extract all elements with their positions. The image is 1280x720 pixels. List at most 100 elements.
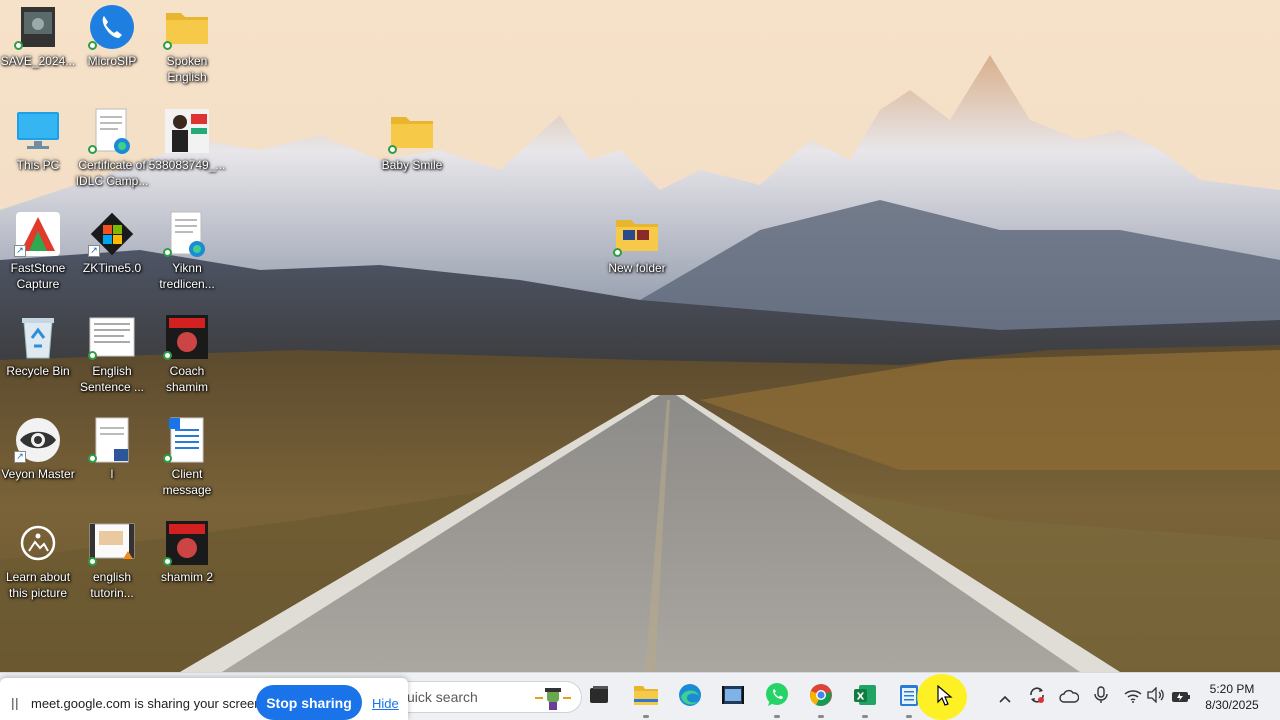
desktop-icon-label: Veyon Master — [1, 467, 75, 481]
desktop-icon-microsip[interactable]: MicroSIP — [74, 0, 150, 96]
mouse-pointer-icon — [937, 684, 953, 707]
pdf-edge-icon — [88, 108, 136, 154]
desktop-icon-label: Learn about this picture — [5, 570, 71, 600]
sync-status-icon — [388, 145, 397, 154]
screen-sharing-bar: meet.google.com is sharing your screen. … — [0, 678, 408, 720]
tray-volume[interactable] — [1146, 686, 1166, 707]
running-indicator — [862, 715, 868, 718]
desktop-icon-save-video[interactable]: SAVE_2024... — [0, 0, 76, 96]
desktop-icon-image-538083749[interactable]: 538083749_... — [149, 104, 225, 200]
desktop-icon-learn-about-picture[interactable]: Learn about this picture — [0, 516, 76, 612]
sync-status-icon — [88, 351, 97, 360]
hide-link[interactable]: Hide — [372, 696, 399, 711]
tray-wifi[interactable] — [1123, 687, 1143, 707]
running-indicator — [774, 715, 780, 718]
desktop-icon-label: MicroSIP — [87, 54, 137, 68]
tray-onedrive[interactable] — [1059, 687, 1080, 707]
taskbar-edge[interactable] — [674, 681, 706, 713]
tray-overflow-chevron[interactable] — [995, 687, 1015, 707]
sync-status-icon — [163, 557, 172, 566]
desktop-icon-faststone-capture[interactable]: ↗ FastStone Capture — [0, 207, 76, 303]
desktop-icon-yiknn[interactable]: Yiknn tredlicen... — [149, 207, 225, 303]
word-document-icon — [88, 417, 136, 463]
sync-status-icon — [613, 248, 622, 257]
taskbar-whatsapp[interactable] — [761, 681, 793, 713]
desktop-icon-label: l — [110, 467, 114, 481]
search-highlight-icon — [533, 684, 573, 712]
desktop-icon-coach-shamim[interactable]: Coach shamim — [149, 310, 225, 406]
taskbar-task-view[interactable] — [583, 681, 615, 713]
taskbar-clock[interactable]: 5:20 PM 8/30/2025 — [1196, 681, 1268, 713]
desktop-icon-recycle-bin[interactable]: Recycle Bin — [0, 310, 76, 406]
veyon-eye-icon: ↗ — [14, 417, 62, 463]
sync-status-icon — [163, 248, 172, 257]
taskbar-chrome[interactable] — [805, 681, 837, 713]
edge-icon — [678, 683, 702, 711]
desktop-icon-label: Coach shamim — [165, 364, 208, 394]
desktop-icon-label: FastStone Capture — [10, 261, 66, 291]
stop-sharing-button[interactable]: Stop sharing — [256, 685, 362, 720]
desktop-icon-english-sentence[interactable]: English Sentence ... — [74, 310, 150, 406]
desktop-icon-label: New folder — [608, 261, 666, 275]
desktop-icon-baby-smile[interactable]: Baby Smile — [374, 104, 450, 200]
poster-icon — [163, 520, 211, 566]
tray-battery[interactable] — [1171, 687, 1191, 707]
pdf-edge-icon — [163, 211, 211, 257]
faststone-icon: ↗ — [14, 211, 62, 257]
cloud-icon — [1059, 688, 1080, 707]
text-document-icon — [163, 417, 211, 463]
desktop-icon-english-tutoring[interactable]: english tutorin... — [74, 516, 150, 612]
desktop-icon-label: Yiknn tredlicen... — [159, 261, 215, 291]
search-placeholder: uick search — [407, 689, 478, 705]
folder-icon — [633, 684, 659, 710]
desktop-icon-new-folder[interactable]: New folder — [599, 207, 675, 303]
document-icon — [88, 314, 136, 360]
desktop-icon-label: shamim 2 — [160, 570, 213, 584]
running-indicator — [818, 715, 824, 718]
desktop-icon-label: English Sentence ... — [79, 364, 145, 394]
taskbar-media-app[interactable] — [717, 681, 749, 713]
desktop-icon-client-message[interactable]: Client message — [149, 413, 225, 509]
sync-status-icon — [14, 41, 23, 50]
svg-text:X: X — [857, 692, 865, 703]
battery-charging-icon — [1171, 688, 1191, 707]
desktop-icon-label: Certificate of IDLC Camp... — [75, 158, 149, 188]
desktop-icon-zktime[interactable]: ↗ ZKTime5.0 — [74, 207, 150, 303]
shortcut-arrow-icon: ↗ — [88, 245, 100, 257]
desktop-icon-word-doc[interactable]: l — [74, 413, 150, 509]
monitor-icon — [14, 108, 62, 154]
desktop-icon-label: english tutorin... — [90, 570, 134, 600]
phone-app-icon — [88, 4, 136, 50]
chevron-up-icon — [999, 688, 1011, 707]
image-file-icon — [163, 108, 211, 154]
desktop-icon-label: Client message — [162, 467, 212, 497]
recycle-bin-icon — [14, 314, 62, 360]
taskbar-file-explorer[interactable] — [630, 681, 662, 713]
tray-sync[interactable] — [1027, 687, 1047, 707]
desktop-icon-label: SAVE_2024... — [0, 54, 76, 68]
whatsapp-icon — [764, 682, 790, 712]
sync-status-icon — [88, 557, 97, 566]
desktop-icon-label: Baby Smile — [381, 158, 443, 172]
video-thumbnail-icon — [88, 520, 136, 566]
film-icon — [721, 684, 745, 710]
desktop-icon-this-pc[interactable]: This PC — [0, 104, 76, 200]
desktop-icon-veyon-master[interactable]: ↗ Veyon Master — [0, 413, 76, 509]
desktop-icon-shamim-2[interactable]: shamim 2 — [149, 516, 225, 612]
shortcut-arrow-icon: ↗ — [14, 451, 26, 463]
sharing-message: meet.google.com is sharing your screen. — [31, 696, 266, 711]
drag-handle-icon[interactable] — [12, 695, 18, 710]
task-view-icon — [588, 684, 610, 710]
folder-icon — [613, 211, 661, 257]
running-indicator — [643, 715, 649, 718]
wifi-icon — [1124, 688, 1142, 707]
desktop-icon-certificate[interactable]: Certificate of IDLC Camp... — [74, 104, 150, 200]
tray-microphone[interactable] — [1091, 686, 1111, 708]
shortcut-arrow-icon: ↗ — [14, 245, 26, 257]
desktop-icon-label: 538083749_... — [148, 158, 226, 172]
desktop-icon-spoken-english[interactable]: Spoken English — [149, 0, 225, 96]
desktop-icon-label: Recycle Bin — [6, 364, 70, 378]
sync-status-icon — [88, 145, 97, 154]
taskbar-excel[interactable]: X — [849, 681, 881, 713]
microphone-icon — [1094, 686, 1108, 708]
